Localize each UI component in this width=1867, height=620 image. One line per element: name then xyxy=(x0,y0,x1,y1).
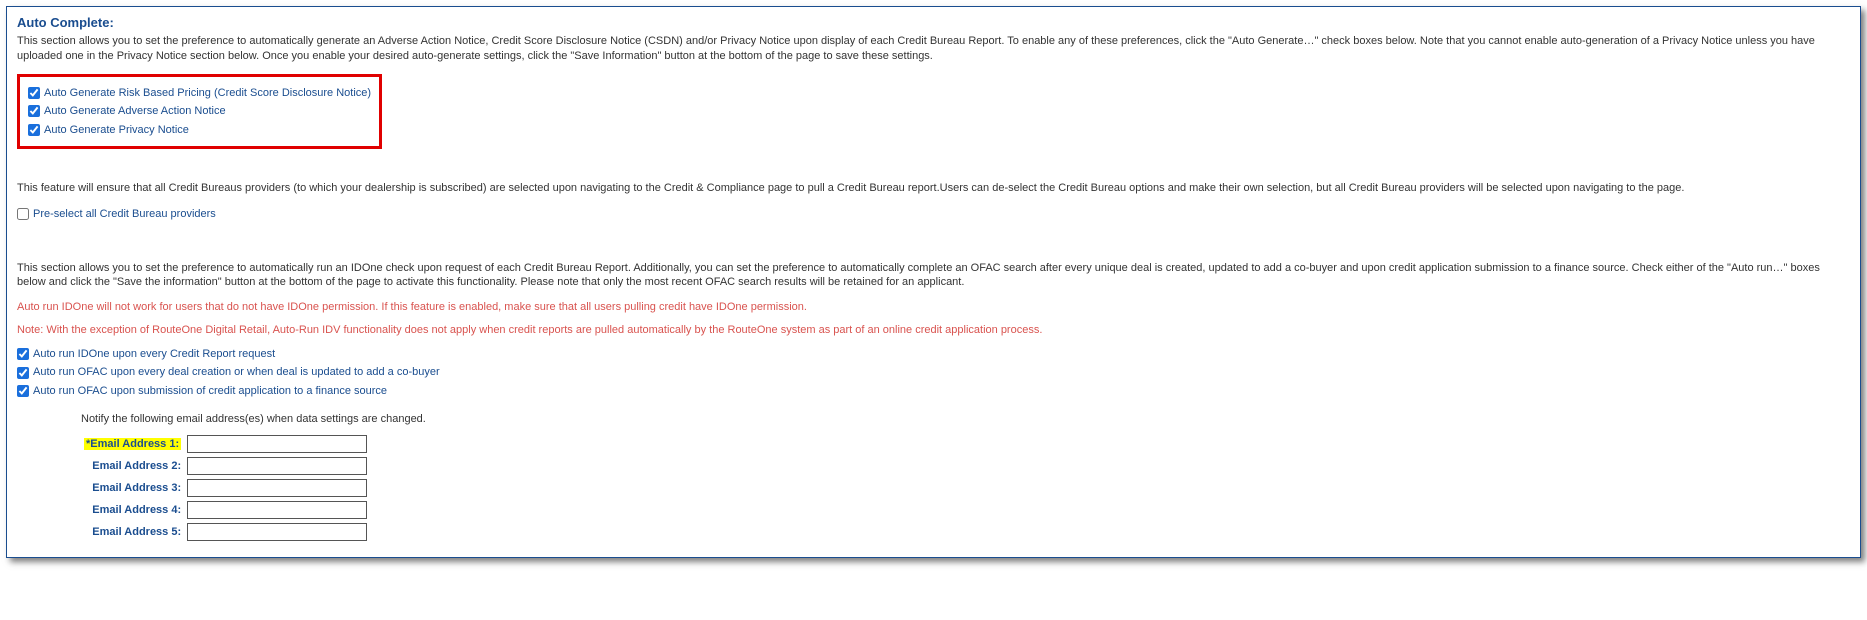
preselect-label: Pre-select all Credit Bureau providers xyxy=(33,206,216,223)
autogen-highlight-box: Auto Generate Risk Based Pricing (Credit… xyxy=(17,74,382,150)
preselect-checkbox[interactable] xyxy=(17,208,29,220)
email-row-5: Email Address 5: xyxy=(81,521,370,543)
preselect-description: This feature will ensure that all Credit… xyxy=(17,181,1850,196)
email-table: *Email Address 1: Email Address 2: Email… xyxy=(81,433,370,543)
email-row-4: Email Address 4: xyxy=(81,499,370,521)
autorun-ofac-submit-label: Auto run OFAC upon submission of credit … xyxy=(33,383,387,400)
idv-note: Note: With the exception of RouteOne Dig… xyxy=(17,323,1850,338)
autogen-adverse-checkbox[interactable] xyxy=(28,105,40,117)
email-input-1[interactable] xyxy=(187,435,367,453)
email-label-4: Email Address 4: xyxy=(81,499,184,521)
email-label-1: *Email Address 1: xyxy=(84,438,181,450)
autogen-description: This section allows you to set the prefe… xyxy=(17,34,1850,64)
autorun-idone-checkbox[interactable] xyxy=(17,348,29,360)
autorun-ofac-deal-label: Auto run OFAC upon every deal creation o… xyxy=(33,364,440,381)
autorun-ofac-deal-row: Auto run OFAC upon every deal creation o… xyxy=(17,364,1850,381)
autorun-idone-row: Auto run IDOne upon every Credit Report … xyxy=(17,346,1850,363)
email-label-2: Email Address 2: xyxy=(81,455,184,477)
autogen-risk-checkbox[interactable] xyxy=(28,87,40,99)
email-section: Notify the following email address(es) w… xyxy=(81,413,1850,543)
autorun-idone-label: Auto run IDOne upon every Credit Report … xyxy=(33,346,275,363)
autorun-description: This section allows you to set the prefe… xyxy=(17,261,1850,291)
autogen-privacy-row: Auto Generate Privacy Notice xyxy=(28,122,371,139)
email-input-2[interactable] xyxy=(187,457,367,475)
autogen-privacy-label: Auto Generate Privacy Notice xyxy=(44,122,189,139)
autorun-ofac-deal-checkbox[interactable] xyxy=(17,367,29,379)
email-input-5[interactable] xyxy=(187,523,367,541)
email-row-3: Email Address 3: xyxy=(81,477,370,499)
autogen-adverse-row: Auto Generate Adverse Action Notice xyxy=(28,103,371,120)
autorun-ofac-submit-row: Auto run OFAC upon submission of credit … xyxy=(17,383,1850,400)
idone-warning: Auto run IDOne will not work for users t… xyxy=(17,300,1850,315)
email-label-5: Email Address 5: xyxy=(81,521,184,543)
auto-complete-panel: Auto Complete: This section allows you t… xyxy=(6,6,1861,558)
section-title: Auto Complete: xyxy=(17,15,1850,30)
email-notify-text: Notify the following email address(es) w… xyxy=(81,413,1850,425)
email-input-4[interactable] xyxy=(187,501,367,519)
email-label-3: Email Address 3: xyxy=(81,477,184,499)
autogen-risk-row: Auto Generate Risk Based Pricing (Credit… xyxy=(28,85,371,102)
email-input-3[interactable] xyxy=(187,479,367,497)
email-row-2: Email Address 2: xyxy=(81,455,370,477)
autogen-adverse-label: Auto Generate Adverse Action Notice xyxy=(44,103,226,120)
preselect-row: Pre-select all Credit Bureau providers xyxy=(17,206,1850,223)
autogen-risk-label: Auto Generate Risk Based Pricing (Credit… xyxy=(44,85,371,102)
autogen-privacy-checkbox[interactable] xyxy=(28,124,40,136)
autorun-ofac-submit-checkbox[interactable] xyxy=(17,385,29,397)
email-row-1: *Email Address 1: xyxy=(81,433,370,455)
